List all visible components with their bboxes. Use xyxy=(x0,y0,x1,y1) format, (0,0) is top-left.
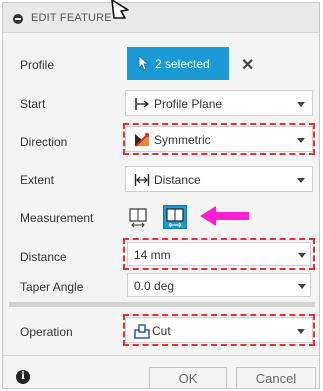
caret-down-icon xyxy=(298,253,306,258)
measurement-label: Measurement xyxy=(20,211,94,225)
footer-divider xyxy=(3,355,319,356)
extent-label: Extent xyxy=(20,173,55,187)
start-label: Start xyxy=(20,97,46,111)
caret-down-icon xyxy=(297,329,305,334)
clear-selection-close-icon[interactable]: ✕ xyxy=(241,55,254,75)
measure-icon xyxy=(166,208,184,228)
profile-label: Profile xyxy=(20,58,55,72)
extent-dropdown[interactable]: Distance xyxy=(125,166,313,192)
cursor-icon xyxy=(111,0,129,19)
distance-icon xyxy=(134,174,150,186)
extent-value: Distance xyxy=(154,173,201,187)
cut-icon xyxy=(134,324,150,339)
profile-selection-button[interactable]: 2 selected xyxy=(127,47,229,80)
panel-header[interactable]: EDIT FEATURE xyxy=(3,3,319,33)
measure-option-2-button[interactable] xyxy=(163,205,187,229)
caret-down-icon xyxy=(297,138,305,143)
pointer-arrow-icon xyxy=(200,206,249,226)
info-icon[interactable]: i xyxy=(16,370,30,384)
collapse-icon[interactable] xyxy=(13,14,23,24)
operation-value: Cut xyxy=(152,324,171,338)
distance-input[interactable]: 14 mm xyxy=(127,242,311,266)
caret-down-icon xyxy=(298,284,306,289)
measure-option-1-button[interactable] xyxy=(126,205,150,229)
direction-dropdown[interactable]: Symmetric xyxy=(125,126,313,152)
distance-label: Distance xyxy=(20,250,67,264)
direction-label: Direction xyxy=(20,135,68,149)
taper-angle-value: 0.0 deg xyxy=(134,279,175,293)
cursor-icon xyxy=(138,55,150,71)
profile-selection-count: 2 selected xyxy=(155,57,210,71)
caret-down-icon xyxy=(297,102,305,107)
measure-icon xyxy=(129,208,147,228)
plane-arrow-icon xyxy=(135,98,150,110)
direction-value: Symmetric xyxy=(154,133,211,147)
start-dropdown[interactable]: Profile Plane xyxy=(125,90,313,116)
panel-title: EDIT FEATURE xyxy=(31,12,112,24)
operation-dropdown[interactable]: Cut xyxy=(125,317,313,343)
start-value: Profile Plane xyxy=(154,97,223,111)
cancel-button[interactable]: Cancel xyxy=(236,367,316,389)
edit-feature-panel: EDIT FEATURE Profile 2 selected ✕ Start … xyxy=(2,2,320,389)
operation-label: Operation xyxy=(20,325,73,339)
section-divider xyxy=(9,302,315,307)
ok-button[interactable]: OK xyxy=(149,367,227,389)
taper-angle-label: Taper Angle xyxy=(20,280,84,294)
taper-angle-input[interactable]: 0.0 deg xyxy=(127,273,311,297)
distance-value: 14 mm xyxy=(134,248,171,262)
caret-down-icon xyxy=(297,178,305,183)
symmetric-icon xyxy=(135,133,149,147)
